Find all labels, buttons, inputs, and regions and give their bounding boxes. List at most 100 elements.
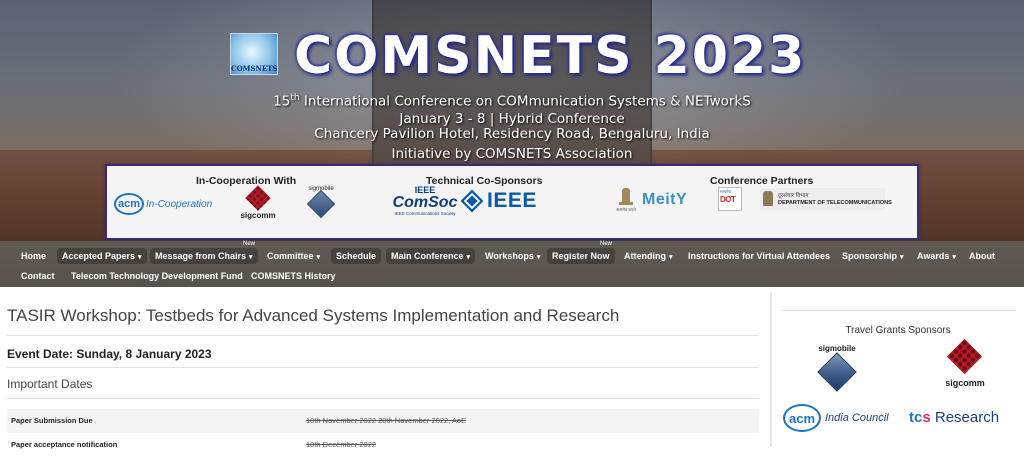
ieee-diamond-icon	[460, 189, 484, 213]
sigcomm-logo[interactable]: sigcomm	[238, 185, 278, 221]
date-value: 10th December 2022	[306, 440, 377, 449]
nav-home-label: Home	[21, 251, 47, 261]
table-row: Paper acceptance notification 10th Decem…	[7, 433, 759, 457]
meity-logo[interactable]: MeitY	[642, 191, 687, 209]
acm-india-council-logo[interactable]: acm India Council	[783, 404, 889, 432]
nav-workshops-label: Workshops	[485, 251, 534, 261]
nav-register-now[interactable]: Register Now	[547, 248, 615, 264]
dot-logo[interactable]: सत्यमेव DOT	[718, 187, 742, 211]
event-divider	[7, 367, 759, 368]
nav-comsnets-history-label: COMSNETS History	[251, 271, 336, 281]
nav-about-label: About	[969, 251, 995, 261]
date-label: Paper Submission Due	[11, 416, 93, 425]
acm-coop-text: In-Cooperation	[146, 198, 213, 210]
subtitle-text: International Conference on COMmunicatio…	[299, 93, 751, 110]
chevron-down-icon: ▾	[536, 254, 541, 261]
ieee-comsoc-logo[interactable]: IEEE ComSoc IEEE Communications Society	[390, 186, 460, 222]
nav-sponsorship-label: Sponsorship	[842, 251, 898, 261]
hero-banner: COMSNETS COMSNETS 2023 15th Internationa…	[0, 0, 1024, 241]
emblem-base	[619, 202, 633, 205]
chevron-down-icon: ▾	[669, 254, 673, 261]
tcs-logo-part2: s	[922, 409, 931, 426]
sigcomm-logo-text: sigcomm	[945, 378, 985, 388]
sponsors-panel: In-Cooperation With Technical Co-Sponsor…	[105, 164, 919, 240]
title-divider	[7, 335, 759, 336]
tcs-logo-part3: Research	[930, 409, 1000, 426]
national-emblem-icon: सत्यमेव जयते	[615, 186, 637, 214]
nav-virtual-instructions[interactable]: Instructions for Virtual Attendees	[683, 248, 835, 264]
nav-awards[interactable]: Awards ▾	[912, 248, 961, 264]
tcs-logo-part1: tc	[909, 409, 923, 426]
event-date: Event Date: Sunday, 8 January 2023	[7, 347, 212, 361]
dot-logo-text: DOT	[720, 195, 736, 204]
main-content: TASIR Workshop: Testbeds for Advanced Sy…	[0, 292, 770, 449]
nav-contact[interactable]: Contact	[16, 268, 60, 284]
nav-message-from-chairs[interactable]: Message from Chairs ▾	[150, 248, 258, 264]
chevron-down-icon: ▾	[900, 254, 904, 261]
nav-main-conference[interactable]: Main Conference ▾	[386, 248, 476, 264]
chevron-down-icon: ▾	[952, 254, 956, 261]
nav-home[interactable]: Home	[16, 248, 51, 264]
sigcomm-diamond-icon	[245, 185, 271, 211]
subtitle-ordinal-suffix: th	[290, 93, 300, 103]
sidebar-divider	[782, 310, 1016, 311]
nav-awards-label: Awards	[917, 251, 950, 261]
nav-schedule[interactable]: Schedule	[331, 248, 382, 264]
nav-attending-label: Attending	[624, 251, 666, 261]
nav-accepted-papers[interactable]: Accepted Papers ▾	[57, 248, 147, 264]
nav-comsnets-history[interactable]: COMSNETS History	[246, 268, 341, 284]
conference-venue: Chancery Pavilion Hotel, Residency Road,…	[314, 126, 710, 142]
sigcomm-diamond-icon	[946, 338, 983, 375]
chevron-down-icon: ▾	[138, 254, 142, 261]
conference-dates: January 3 - 8 | Hybrid Conference	[399, 111, 625, 127]
nav-about[interactable]: About	[964, 248, 1000, 264]
acm-in-cooperation-logo[interactable]: acm In-Cooperation	[114, 190, 212, 218]
dates-divider	[7, 398, 759, 399]
dept-hindi-name: दूरसंचार विभाग	[778, 193, 809, 199]
nav-attending[interactable]: Attending ▾	[619, 248, 678, 264]
emblem-column	[622, 188, 630, 202]
nav-accepted-papers-label: Accepted Papers	[62, 251, 136, 261]
emblem-motto: सत्यमेव जयते	[616, 207, 636, 212]
sigmobile-logo[interactable]: sigmobile	[305, 186, 337, 219]
sigmobile-sponsor-logo[interactable]: sigmobile	[813, 344, 861, 392]
acm-icon: acm	[114, 193, 144, 215]
sigcomm-logo-text: sigcomm	[240, 211, 276, 220]
comsnets-logo-text: COMSNETS	[231, 64, 278, 73]
important-dates-heading: Important Dates	[7, 377, 93, 391]
chevron-down-icon: ▾	[249, 254, 253, 261]
nav-sponsorship[interactable]: Sponsorship ▾	[837, 248, 909, 264]
nav-committee-label: Committee	[267, 251, 314, 261]
nav-schedule-label: Schedule	[336, 251, 377, 261]
dept-emblem-icon	[763, 191, 773, 206]
department-of-telecommunications-logo[interactable]: दूरसंचार विभाग DEPARTMENT OF TELECOMMUNI…	[760, 188, 892, 210]
tcs-research-logo[interactable]: tcs Research	[909, 409, 999, 426]
comsnets-logo[interactable]: COMSNETS	[230, 33, 278, 75]
nav-ttdf[interactable]: Telecom Technology Development Fund	[66, 268, 248, 284]
comsoc-main-text: ComSoc	[392, 194, 458, 211]
main-nav: New New Home Accepted Papers ▾ Message fr…	[0, 241, 1024, 287]
ieee-logo[interactable]: IEEE	[460, 188, 537, 214]
nav-contact-label: Contact	[21, 271, 55, 281]
acm-icon: acm	[783, 404, 821, 432]
conference-initiative: Initiative by COMSNETS Association	[391, 146, 633, 162]
nav-register-now-label: Register Now	[552, 251, 610, 261]
sigmobile-diamond-icon	[306, 189, 336, 219]
ieee-logo-text: IEEE	[487, 189, 537, 212]
acm-india-council-text: India Council	[825, 412, 889, 424]
new-badge-register: New	[600, 241, 613, 247]
nav-workshops[interactable]: Workshops ▾	[480, 248, 545, 264]
chevron-down-icon: ▾	[466, 254, 471, 261]
sidebar: Travel Grants Sponsors sigmobile sigcomm…	[772, 292, 1024, 447]
date-label: Paper acceptance notification	[11, 440, 118, 449]
subtitle-ordinal: 15	[273, 93, 291, 110]
cooperation-heading: In-Cooperation With	[196, 175, 297, 187]
nav-main-conference-label: Main Conference	[391, 251, 464, 261]
page-title: TASIR Workshop: Testbeds for Advanced Sy…	[7, 306, 620, 325]
nav-committee[interactable]: Committee ▾	[262, 248, 325, 264]
comsoc-tagline: IEEE Communications Society	[394, 211, 456, 216]
sigcomm-sponsor-logo[interactable]: sigcomm	[938, 338, 992, 394]
new-badge-message: New	[243, 241, 256, 247]
date-value: 10th November 2022 20th November 2022, A…	[306, 416, 467, 425]
chevron-down-icon: ▾	[316, 254, 321, 261]
